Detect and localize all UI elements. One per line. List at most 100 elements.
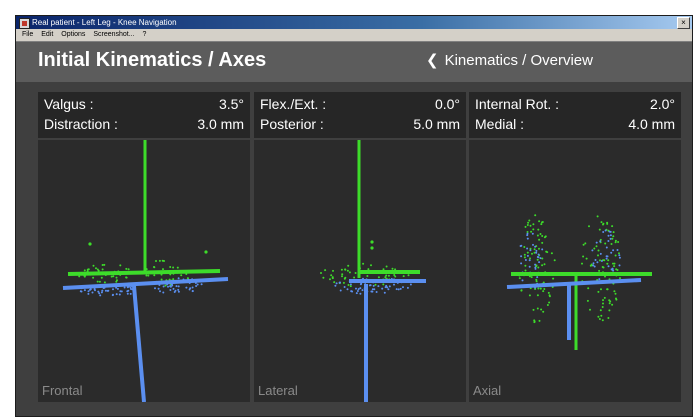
scan-point — [543, 236, 546, 239]
valgus-label: Valgus : — [44, 96, 94, 112]
frontal-axes-graphic — [62, 140, 229, 402]
scan-point — [607, 240, 610, 242]
scan-point — [371, 290, 374, 293]
scan-point — [537, 287, 540, 290]
scan-point — [172, 278, 175, 281]
scan-point — [533, 248, 536, 251]
menu-options[interactable]: Options — [61, 31, 85, 38]
scan-point — [116, 279, 118, 282]
scan-point — [523, 253, 526, 256]
scan-point — [618, 264, 621, 267]
lateral-view[interactable]: Lateral — [254, 140, 466, 402]
scan-point — [618, 256, 621, 259]
scan-point — [359, 287, 362, 290]
title-bar[interactable]: Real patient - Left Leg - Knee Navigatio… — [16, 16, 692, 29]
scan-point — [537, 228, 540, 231]
nav-link-label: Kinematics / Overview — [444, 52, 593, 69]
scan-point — [618, 254, 621, 257]
scan-point — [162, 291, 165, 294]
scan-point — [354, 272, 357, 274]
scan-point — [127, 268, 130, 271]
scan-point — [536, 294, 539, 297]
scan-point — [533, 251, 536, 254]
scan-point — [167, 285, 169, 288]
scan-point — [83, 289, 86, 292]
scan-point — [341, 273, 344, 276]
menu-screenshot[interactable]: Screenshot... — [93, 31, 134, 38]
scan-point — [532, 228, 535, 231]
scan-point — [369, 284, 372, 287]
scan-point — [110, 275, 113, 278]
axial-axes-graphic — [506, 214, 652, 350]
scan-point — [375, 291, 378, 293]
scan-point — [601, 319, 604, 322]
scan-point — [595, 241, 598, 244]
frontal-point-cloud — [78, 242, 208, 297]
scan-point — [191, 286, 194, 289]
scan-point — [101, 264, 104, 266]
scan-point — [539, 257, 542, 260]
scan-point — [529, 249, 532, 252]
close-icon[interactable]: × — [677, 17, 690, 29]
axial-view[interactable]: Axial — [469, 140, 681, 402]
scan-point — [163, 260, 165, 262]
scan-point — [611, 303, 614, 306]
menu-help[interactable]: ? — [143, 31, 147, 38]
frontal-view[interactable]: Frontal — [38, 140, 250, 402]
scan-point — [87, 290, 90, 293]
scan-point — [335, 282, 338, 285]
scan-point — [538, 319, 541, 322]
scan-point — [548, 301, 551, 304]
scan-point — [324, 269, 327, 272]
scan-point — [602, 299, 604, 302]
scan-point — [608, 309, 611, 312]
scan-point — [101, 289, 104, 292]
menu-file[interactable]: File — [22, 31, 33, 38]
scan-point — [524, 269, 527, 272]
scan-point — [177, 285, 180, 288]
scan-point — [599, 252, 602, 255]
scan-point — [552, 277, 555, 280]
scan-point — [112, 293, 114, 296]
scan-point — [338, 281, 341, 284]
scan-point — [385, 265, 388, 268]
scan-point — [349, 283, 352, 286]
femur-horizontal-axis — [67, 269, 221, 276]
scan-point — [610, 243, 613, 245]
scan-point — [587, 287, 590, 290]
scan-point — [348, 271, 351, 274]
scan-point — [607, 317, 610, 319]
scan-point — [612, 249, 615, 252]
kinematics-overview-link[interactable]: ❮ Kinematics / Overview — [426, 51, 593, 69]
scan-point — [602, 266, 605, 269]
scan-point — [157, 287, 160, 290]
scan-point — [172, 287, 175, 290]
scan-point — [87, 292, 90, 295]
scan-point — [589, 264, 592, 267]
scan-point — [381, 287, 384, 290]
scan-point — [534, 245, 537, 248]
scan-point — [613, 265, 616, 268]
scan-point — [535, 278, 538, 281]
scan-point — [614, 292, 617, 295]
scan-point — [91, 291, 94, 294]
scan-point — [87, 268, 90, 271]
scan-point — [546, 304, 549, 306]
scan-point — [616, 249, 619, 251]
scan-point — [366, 275, 369, 277]
scan-point — [164, 284, 167, 287]
scan-point — [600, 314, 603, 317]
scan-point — [526, 247, 529, 250]
scan-point — [353, 276, 356, 279]
internal-rotation-value: 2.0° — [649, 96, 675, 112]
scan-point — [112, 288, 114, 291]
scan-point — [322, 276, 325, 279]
scan-point — [538, 220, 541, 223]
lateral-axes-graphic — [320, 140, 426, 402]
menu-edit[interactable]: Edit — [41, 31, 53, 38]
scan-point — [528, 259, 531, 262]
scan-point — [536, 256, 539, 258]
scan-point — [599, 309, 602, 312]
scan-point — [608, 302, 611, 305]
header-bar: Initial Kinematics / Axes ❮ Kinematics / … — [16, 42, 692, 82]
